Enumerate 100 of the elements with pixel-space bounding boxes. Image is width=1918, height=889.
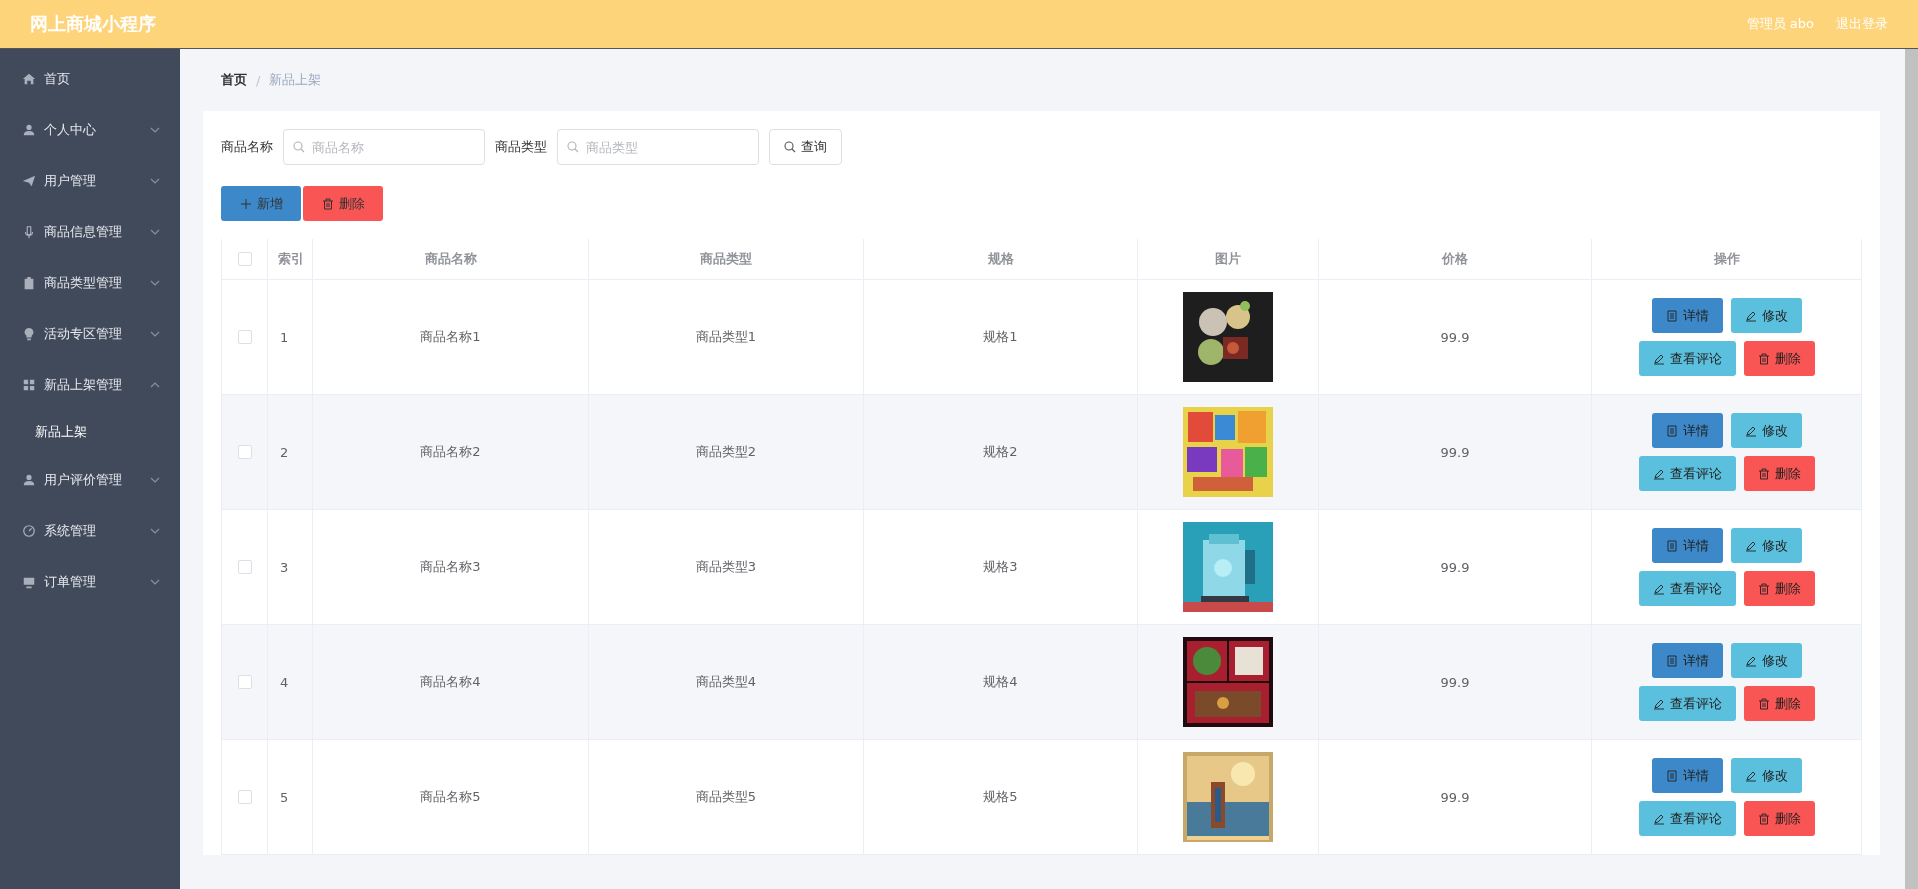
pencil-icon <box>1744 539 1757 552</box>
detail-button[interactable]: 详情 <box>1651 528 1723 563</box>
delete-button[interactable]: 删除 <box>1743 341 1815 376</box>
plus-icon <box>239 197 252 210</box>
sidebar-item[interactable]: 订单管理 <box>0 556 180 607</box>
table-cell: 5 <box>280 789 289 805</box>
column-header: 价格 <box>1442 250 1468 268</box>
sidebar-item[interactable]: 商品类型管理 <box>0 257 180 308</box>
chevron-down-icon <box>150 476 160 483</box>
comment-button[interactable]: 查看评论 <box>1638 686 1736 721</box>
pencil-icon <box>1744 309 1757 322</box>
clipboard-icon <box>22 275 36 290</box>
table-cell: 规格2 <box>983 443 1018 461</box>
sidebar-item[interactable]: 用户管理 <box>0 155 180 206</box>
table-cell: 规格5 <box>983 788 1018 806</box>
sidebar-subitem[interactable]: 新品上架 <box>0 410 180 454</box>
sidebar-item[interactable]: 商品信息管理 <box>0 206 180 257</box>
search-icon <box>784 141 796 153</box>
column-header: 索引 <box>278 250 304 268</box>
edit-button[interactable]: 修改 <box>1730 528 1802 563</box>
checkbox[interactable] <box>237 790 252 804</box>
sidebar-item[interactable]: 系统管理 <box>0 505 180 556</box>
comment-button[interactable]: 查看评论 <box>1638 456 1736 491</box>
comment-button[interactable]: 查看评论 <box>1638 801 1736 836</box>
chevron-down-icon <box>150 228 160 235</box>
detail-button[interactable]: 详情 <box>1651 758 1723 793</box>
doc-icon <box>1665 309 1678 322</box>
table-cell: 商品名称3 <box>420 558 481 576</box>
bulb-icon <box>22 326 36 341</box>
sidebar-item[interactable]: 活动专区管理 <box>0 308 180 359</box>
home-icon <box>22 71 36 86</box>
person-icon <box>22 472 36 487</box>
comment-button[interactable]: 查看评论 <box>1638 341 1736 376</box>
table-cell: 商品名称5 <box>420 788 481 806</box>
table-cell: 99.9 <box>1440 559 1470 575</box>
detail-button[interactable]: 详情 <box>1651 413 1723 448</box>
edit-button[interactable]: 修改 <box>1730 413 1802 448</box>
chevron-down-icon <box>150 177 160 184</box>
scrollbar[interactable] <box>1905 49 1918 889</box>
delete-button[interactable]: 删除 <box>1743 801 1815 836</box>
trash-icon <box>1757 582 1770 595</box>
pencil-icon <box>1744 769 1757 782</box>
table-cell: 99.9 <box>1440 444 1470 460</box>
pencil-icon <box>1652 812 1665 825</box>
plane-icon <box>22 173 36 188</box>
mic-icon <box>22 224 36 239</box>
pencil-icon <box>1652 467 1665 480</box>
delete-button[interactable]: 删除 <box>303 186 383 221</box>
table-cell: 商品类型5 <box>695 788 757 806</box>
checkbox[interactable] <box>237 252 252 266</box>
search-button[interactable]: 查询 <box>769 129 842 165</box>
doc-icon <box>1665 654 1678 667</box>
sidebar-item[interactable]: 首页 <box>0 53 180 104</box>
detail-button[interactable]: 详情 <box>1651 298 1723 333</box>
column-header: 操作 <box>1713 250 1740 268</box>
field-label: 商品名称 <box>221 138 273 156</box>
field-label: 商品类型 <box>495 138 547 156</box>
trash-icon <box>321 197 334 210</box>
delete-button[interactable]: 删除 <box>1743 456 1815 491</box>
edit-button[interactable]: 修改 <box>1730 298 1802 333</box>
sidebar-item[interactable]: 新品上架管理 <box>0 359 180 410</box>
search-icon <box>567 141 579 153</box>
table-cell: 99.9 <box>1440 789 1470 805</box>
checkbox[interactable] <box>237 560 252 574</box>
table-cell: 3 <box>280 559 289 575</box>
table-cell: 1 <box>280 329 289 345</box>
table-cell: 商品类型2 <box>695 443 757 461</box>
table-cell: 规格4 <box>983 673 1018 691</box>
checkbox[interactable] <box>237 675 252 689</box>
gauge-icon <box>22 523 36 538</box>
chevron-up-icon <box>150 381 160 388</box>
table-cell: 2 <box>280 444 289 460</box>
table-cell: 商品名称4 <box>420 673 481 691</box>
breadcrumb-item: 新品上架 <box>269 71 322 89</box>
column-header: 规格 <box>987 250 1014 268</box>
detail-button[interactable]: 详情 <box>1651 643 1723 678</box>
pencil-icon <box>1652 582 1665 595</box>
comment-button[interactable]: 查看评论 <box>1638 571 1736 606</box>
doc-icon <box>1665 539 1678 552</box>
table-cell: 99.9 <box>1440 329 1470 345</box>
table-cell: 商品类型3 <box>695 558 757 576</box>
search-field[interactable]: 商品名称 <box>283 129 485 165</box>
delete-button[interactable]: 删除 <box>1743 686 1815 721</box>
table-cell: 商品类型4 <box>695 673 757 691</box>
search-icon <box>293 141 305 153</box>
checkbox[interactable] <box>237 330 252 344</box>
chevron-down-icon <box>150 126 160 133</box>
delete-button[interactable]: 删除 <box>1743 571 1815 606</box>
sidebar-item[interactable]: 个人中心 <box>0 104 180 155</box>
table-cell: 商品名称2 <box>420 443 481 461</box>
pencil-icon <box>1744 424 1757 437</box>
column-header: 图片 <box>1215 250 1241 268</box>
search-field[interactable]: 商品类型 <box>557 129 759 165</box>
app-title: 网上商城小程序 <box>30 12 156 36</box>
edit-button[interactable]: 修改 <box>1730 758 1802 793</box>
sidebar-item[interactable]: 用户评价管理 <box>0 454 180 505</box>
checkbox[interactable] <box>237 445 252 459</box>
edit-button[interactable]: 修改 <box>1730 643 1802 678</box>
breadcrumb-item[interactable]: 首页 <box>221 71 247 89</box>
doc-icon <box>1665 424 1678 437</box>
